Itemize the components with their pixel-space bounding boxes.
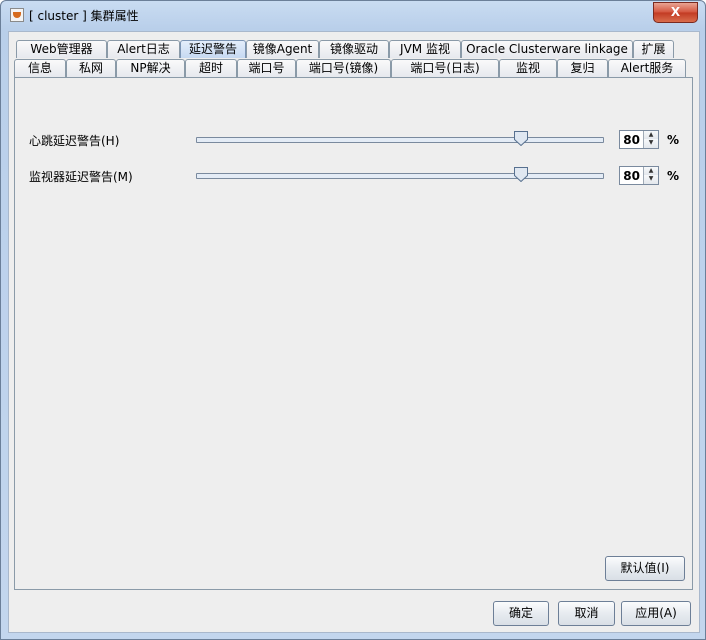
ok-button[interactable]: 确定	[493, 601, 549, 626]
cancel-button[interactable]: 取消	[558, 601, 615, 626]
cluster-properties-window: [ cluster ] 集群属性 X Web管理器 Alert日志 延迟警告 镜…	[0, 0, 706, 640]
tab-np-resolution[interactable]: NP解决	[116, 59, 185, 77]
monitor-delay-slider-track[interactable]	[196, 173, 604, 179]
heartbeat-delay-label: 心跳延迟警告(H)	[29, 134, 120, 148]
tab-row-1: Web管理器 Alert日志 延迟警告 镜像Agent 镜像驱动 JVM 监视 …	[9, 40, 699, 59]
heartbeat-delay-slider-track[interactable]	[196, 137, 604, 143]
tab-row-2: 信息 私网 NP解决 超时 端口号 端口号(镜像) 端口号(日志) 监视 复归 …	[9, 59, 699, 78]
tab-private-network[interactable]: 私网	[66, 59, 116, 77]
tab-jvm-monitor[interactable]: JVM 监视	[389, 40, 461, 58]
tab-alert-service[interactable]: Alert服务	[608, 59, 686, 77]
java-app-icon	[10, 8, 24, 22]
tab-mirror-driver[interactable]: 镜像驱动	[319, 40, 389, 58]
tab-monitor[interactable]: 监视	[499, 59, 557, 77]
heartbeat-delay-value[interactable]: 80	[623, 133, 640, 147]
tab-recovery[interactable]: 复归	[557, 59, 608, 77]
tab-delay-warning[interactable]: 延迟警告	[180, 40, 246, 58]
heartbeat-delay-unit: %	[667, 133, 680, 147]
tab-info[interactable]: 信息	[14, 59, 66, 77]
monitor-delay-slider-thumb[interactable]	[513, 167, 528, 182]
delay-warning-panel: 心跳延迟警告(H) 80 ▲ ▼ % 监视器延迟警告(M) 80 ▲ ▼ % 默…	[14, 77, 693, 590]
tab-oracle-clusterware-linkage[interactable]: Oracle Clusterware linkage	[461, 40, 633, 58]
monitor-delay-unit: %	[667, 169, 680, 183]
heartbeat-delay-slider-thumb[interactable]	[513, 131, 528, 146]
default-value-button[interactable]: 默认值(I)	[605, 556, 685, 581]
tab-port-number-log[interactable]: 端口号(日志)	[391, 59, 499, 77]
tab-alert-log[interactable]: Alert日志	[107, 40, 180, 58]
heartbeat-spinner-down-icon[interactable]: ▼	[643, 139, 658, 148]
monitor-spinner-down-icon[interactable]: ▼	[643, 175, 658, 184]
apply-button[interactable]: 应用(A)	[621, 601, 691, 626]
tab-mirror-agent[interactable]: 镜像Agent	[246, 40, 319, 58]
tab-extension[interactable]: 扩展	[633, 40, 674, 58]
monitor-delay-spinner[interactable]: 80 ▲ ▼	[619, 166, 659, 185]
monitor-delay-value[interactable]: 80	[623, 169, 640, 183]
window-title: [ cluster ] 集群属性	[29, 9, 139, 23]
tab-port-number-mirror[interactable]: 端口号(镜像)	[296, 59, 391, 77]
close-button[interactable]: X	[653, 2, 698, 23]
heartbeat-delay-spinner[interactable]: 80 ▲ ▼	[619, 130, 659, 149]
title-bar[interactable]: [ cluster ] 集群属性 X	[1, 1, 705, 29]
tab-web-manager[interactable]: Web管理器	[16, 40, 107, 58]
monitor-delay-label: 监视器延迟警告(M)	[29, 170, 133, 184]
tab-port-number[interactable]: 端口号	[237, 59, 296, 77]
tab-timeout[interactable]: 超时	[185, 59, 237, 77]
dialog-content: Web管理器 Alert日志 延迟警告 镜像Agent 镜像驱动 JVM 监视 …	[8, 31, 700, 633]
